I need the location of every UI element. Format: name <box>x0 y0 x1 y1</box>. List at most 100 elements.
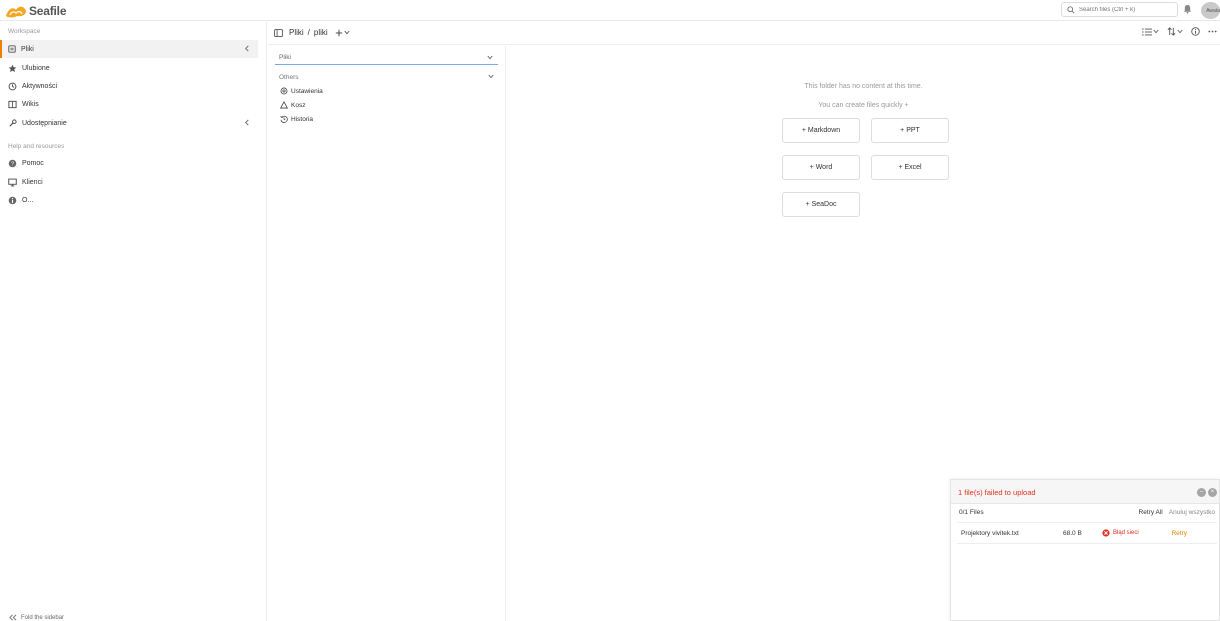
retry-all-button[interactable]: Retry All <box>1139 509 1163 516</box>
library-selector[interactable]: Pliki <box>275 52 498 65</box>
tree-item-ustawienia[interactable]: Ustawienia <box>280 87 323 95</box>
sidebar-item-label: Udostępnianie <box>22 119 67 127</box>
tree-item-label: Kosz <box>291 101 306 109</box>
more-options-icon[interactable] <box>1208 30 1217 33</box>
sidebar-item-aktywnosci[interactable]: Aktywności <box>0 77 258 95</box>
share-icon <box>9 118 17 127</box>
breadcrumb-root[interactable]: Pliki <box>289 28 304 37</box>
new-item-dropdown[interactable] <box>335 29 350 37</box>
minimize-icon[interactable]: – <box>1197 488 1206 497</box>
tree-item-label: Ustawienia <box>291 87 323 95</box>
breadcrumb-current: pliki <box>313 28 328 37</box>
sort-dropdown[interactable] <box>1167 27 1183 36</box>
search-icon <box>1067 5 1075 14</box>
avatar-text: Awata <box>1206 7 1220 14</box>
view-toolbar <box>1142 27 1217 36</box>
view-mode-dropdown[interactable] <box>1142 28 1159 36</box>
search-input[interactable] <box>1079 6 1174 13</box>
upload-progress-dialog: 1 file(s) failed to upload – × 0/1 Files… <box>950 479 1220 621</box>
others-section-toggle[interactable]: Others <box>279 74 494 81</box>
info-icon <box>8 196 17 204</box>
tree-item-label: Historia <box>291 115 314 123</box>
side-panel-toggle-icon[interactable] <box>274 29 283 37</box>
sidebar-item-label: Pliki <box>21 45 34 53</box>
sidebar-item-label: Aktywności <box>22 82 58 90</box>
sidebar-item-pomoc[interactable]: ? Pomoc <box>0 154 258 172</box>
sidebar-item-about[interactable]: O... <box>0 191 258 209</box>
tree-item-kosz[interactable]: Kosz <box>280 101 305 109</box>
sidebar-item-label: Wikis <box>22 100 39 108</box>
divider <box>957 522 1217 523</box>
upload-file-size: 68.0 B <box>1063 530 1082 537</box>
monitor-icon <box>8 178 17 186</box>
list-view-icon <box>1142 28 1152 35</box>
sidebar-item-wikis[interactable]: Wikis <box>0 95 258 113</box>
chevron-down-icon <box>1177 29 1183 34</box>
workspace-heading: Workspace <box>8 28 41 35</box>
chevron-left-icon[interactable] <box>244 45 250 52</box>
close-icon[interactable]: × <box>1208 488 1217 497</box>
breadcrumb-separator: / <box>307 28 310 37</box>
upload-file-status-text: Błąd sieci <box>1113 530 1139 536</box>
create-markdown-button[interactable]: + Markdown <box>782 118 860 143</box>
star-icon <box>8 64 17 72</box>
chevron-down-icon <box>488 74 494 79</box>
sidebar: Workspace Pliki Ulubione Aktywności Wiki… <box>0 22 267 621</box>
chevron-left-icon[interactable] <box>244 119 250 126</box>
double-chevron-left-icon <box>9 614 17 621</box>
cancel-all-button[interactable]: Anuluj wszystko <box>1169 509 1215 516</box>
upload-actions: Retry All Anuluj wszystko <box>1139 509 1215 516</box>
upload-file-row: Projektory vivitek.txt 68.0 B Błąd sieci… <box>957 524 1217 544</box>
upload-dialog-header: 1 file(s) failed to upload – × <box>951 480 1219 504</box>
upload-file-name: Projektory vivitek.txt <box>961 530 1019 537</box>
chevron-down-icon <box>1153 29 1159 34</box>
seafile-logo-icon <box>6 6 26 18</box>
upload-file-status: Błąd sieci <box>1102 529 1139 537</box>
empty-folder-message: This folder has no content at this time. <box>804 83 923 90</box>
seafile-logo[interactable]: Seafile <box>5 2 66 19</box>
chevron-down-icon <box>487 55 493 60</box>
plus-icon <box>335 29 342 36</box>
retry-file-button[interactable]: Retry <box>1171 530 1187 537</box>
top-bar: Seafile Awata <box>0 0 1220 21</box>
upload-dialog-controls: – × <box>1197 488 1217 497</box>
breadcrumb: Pliki / pliki <box>289 28 350 37</box>
avatar[interactable]: Awata <box>1201 2 1220 19</box>
library-selector-value: Pliki <box>279 54 291 61</box>
create-seadoc-button[interactable]: + SeaDoc <box>782 192 860 217</box>
path-bar: Pliki / pliki <box>268 22 1220 45</box>
help-icon: ? <box>8 159 17 167</box>
sidebar-item-klienci[interactable]: Klienci <box>0 173 258 191</box>
help-heading: Help and resources <box>8 143 65 150</box>
history-icon <box>280 115 288 123</box>
info-icon[interactable] <box>1191 27 1200 36</box>
sidebar-item-ulubione[interactable]: Ulubione <box>0 59 258 77</box>
others-label: Others <box>279 74 299 81</box>
sidebar-item-label: Klienci <box>22 178 43 186</box>
create-ppt-button[interactable]: + PPT <box>871 118 949 143</box>
search-box[interactable] <box>1061 2 1178 17</box>
create-excel-button[interactable]: + Excel <box>871 155 949 180</box>
tree-item-historia[interactable]: Historia <box>280 115 313 123</box>
bell-icon[interactable] <box>1183 4 1192 14</box>
sidebar-item-label: O... <box>22 196 34 204</box>
chevron-down-icon <box>344 30 350 35</box>
folder-tree-panel: Pliki Others Ustawienia Kosz Historia <box>268 46 506 621</box>
create-files-hint: You can create files quickly + <box>818 102 909 109</box>
wiki-icon <box>8 100 17 108</box>
fold-sidebar-button[interactable]: Fold the sidebar <box>8 614 64 621</box>
sidebar-item-udostepnianie[interactable]: Udostępnianie <box>0 114 258 132</box>
sidebar-item-pliki[interactable]: Pliki <box>0 40 258 58</box>
error-icon <box>1102 529 1110 537</box>
sort-icon <box>1167 27 1176 36</box>
files-icon <box>8 45 16 53</box>
sidebar-item-label: Ulubione <box>22 64 50 72</box>
gear-icon <box>280 87 288 95</box>
fold-sidebar-label: Fold the sidebar <box>21 614 65 621</box>
logo-text: Seafile <box>29 3 67 18</box>
create-word-button[interactable]: + Word <box>782 155 860 180</box>
upload-summary: 0/1 Files <box>959 509 984 516</box>
upload-dialog-title: 1 file(s) failed to upload <box>958 488 1036 497</box>
trash-icon <box>280 101 288 109</box>
activity-icon <box>8 82 17 90</box>
